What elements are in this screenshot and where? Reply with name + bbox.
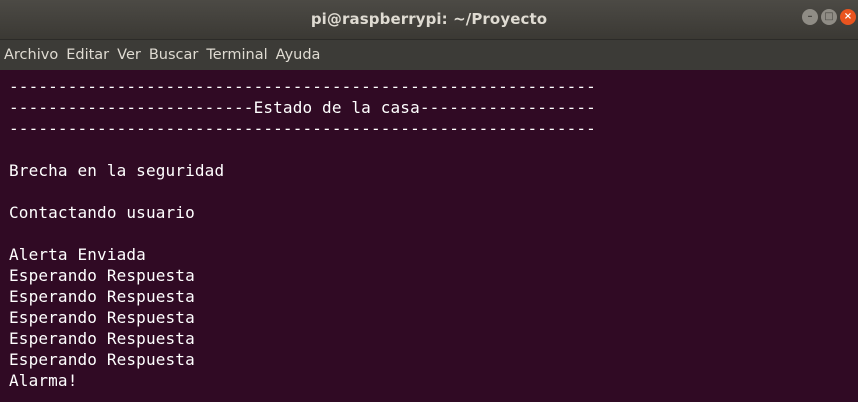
- output-line: Esperando Respuesta: [9, 287, 195, 306]
- title-bar[interactable]: pi@raspberrypi: ~/Proyecto – □ ×: [0, 0, 858, 40]
- divider-line: ----------------------------------------…: [9, 77, 596, 96]
- menu-bar: Archivo Editar Ver Buscar Terminal Ayuda: [0, 40, 858, 70]
- menu-buscar[interactable]: Buscar: [149, 47, 199, 63]
- terminal-output[interactable]: ----------------------------------------…: [0, 70, 858, 402]
- window-title: pi@raspberrypi: ~/Proyecto: [310, 10, 548, 28]
- menu-terminal[interactable]: Terminal: [206, 47, 267, 63]
- output-line: Brecha en la seguridad: [9, 161, 225, 180]
- window-controls: – □ ×: [802, 9, 856, 25]
- menu-archivo[interactable]: Archivo: [4, 47, 58, 63]
- output-line: Alarma!: [9, 371, 78, 390]
- menu-ayuda[interactable]: Ayuda: [276, 47, 321, 63]
- output-line: Esperando Respuesta: [9, 308, 195, 327]
- header-line: -------------------------Estado de la ca…: [9, 98, 596, 117]
- minimize-icon[interactable]: –: [802, 9, 818, 25]
- divider-line: ----------------------------------------…: [9, 119, 596, 138]
- close-icon[interactable]: ×: [840, 9, 856, 25]
- output-line: Contactando usuario: [9, 203, 195, 222]
- maximize-icon[interactable]: □: [821, 9, 837, 25]
- menu-ver[interactable]: Ver: [117, 47, 141, 63]
- output-line: Esperando Respuesta: [9, 350, 195, 369]
- output-line: Alerta Enviada: [9, 245, 146, 264]
- output-line: Esperando Respuesta: [9, 266, 195, 285]
- output-line: Esperando Respuesta: [9, 329, 195, 348]
- menu-editar[interactable]: Editar: [66, 47, 109, 63]
- terminal-window: pi@raspberrypi: ~/Proyecto – □ × Archivo…: [0, 0, 858, 402]
